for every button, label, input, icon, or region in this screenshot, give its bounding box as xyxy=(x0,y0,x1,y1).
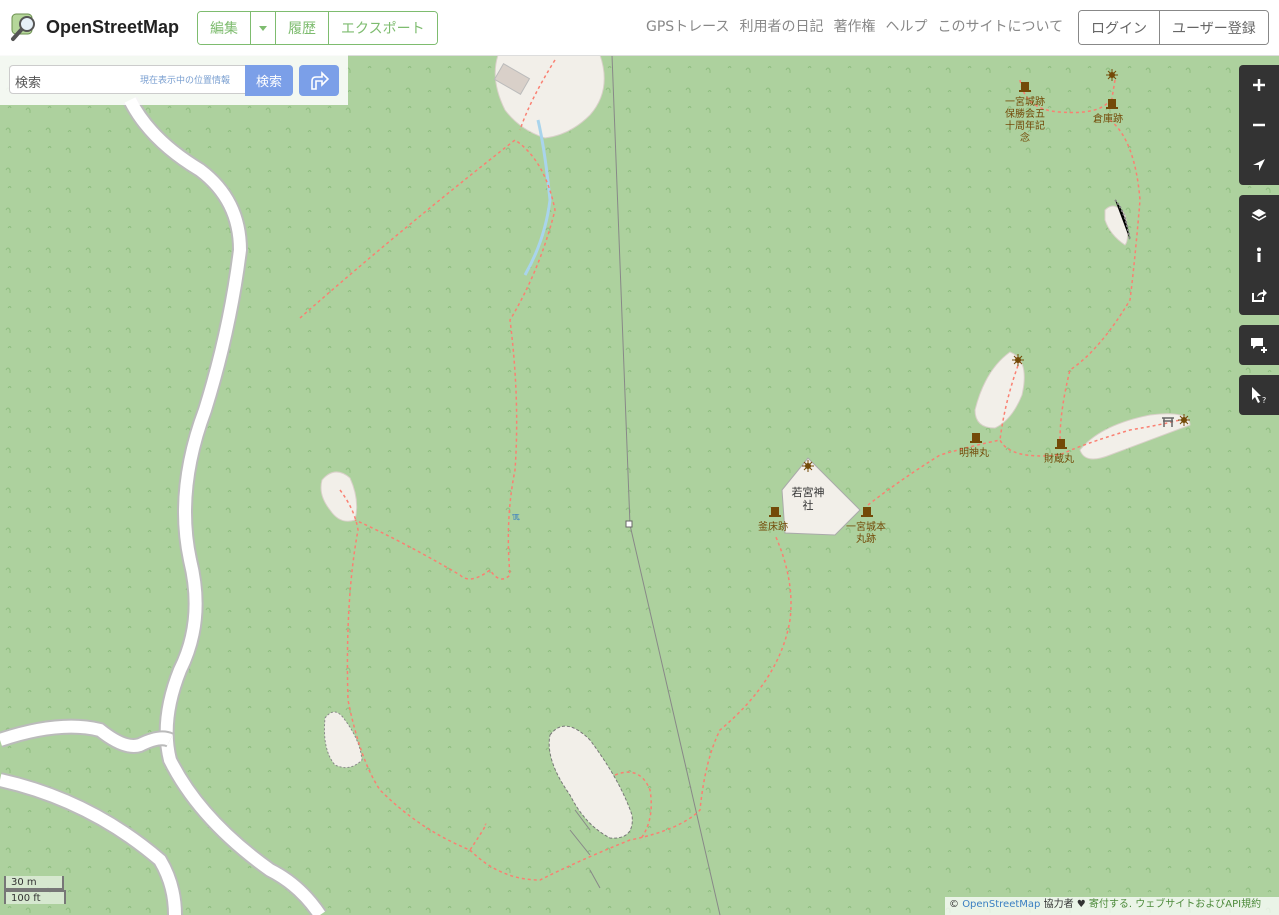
scale-metric: 30 m xyxy=(4,876,64,890)
login-button[interactable]: ログイン xyxy=(1079,11,1160,44)
zoom-in-button[interactable] xyxy=(1239,65,1279,105)
site-logo[interactable]: OpenStreetMap xyxy=(10,12,179,42)
scale-imperial: 100 ft xyxy=(4,890,66,904)
where-am-i-link[interactable]: 現在表示中の位置情報 xyxy=(140,73,230,86)
label-warehouse: 倉庫跡 xyxy=(1093,114,1123,125)
share-icon xyxy=(1252,289,1267,302)
auth-buttons: ログイン ユーザー登録 xyxy=(1078,10,1269,45)
edit-dropdown-button[interactable] xyxy=(251,12,276,44)
label-zaizo: 財蔵丸 xyxy=(1044,454,1074,465)
directions-button[interactable] xyxy=(299,65,339,96)
add-note-button[interactable] xyxy=(1239,325,1279,365)
layers-button[interactable] xyxy=(1239,195,1279,235)
label-monument: 一宮城跡 保勝会五 十周年記 念 xyxy=(1005,97,1045,144)
label-myojin: 明神丸 xyxy=(959,448,989,459)
site-header: OpenStreetMap 編集 履歴 エクスポート GPSトレース 利用者の日… xyxy=(0,0,1279,56)
site-title: OpenStreetMap xyxy=(46,16,180,37)
info-icon xyxy=(1257,247,1261,262)
copyright-symbol: © xyxy=(949,899,963,910)
contributors-text: 協力者 ♥ xyxy=(1040,899,1089,910)
share-button[interactable] xyxy=(1239,275,1279,315)
zoom-in-icon xyxy=(1253,79,1265,91)
search-panel: 検索 現在表示中の位置情報 xyxy=(0,55,348,105)
osm-link[interactable]: OpenStreetMap xyxy=(962,899,1040,910)
svg-text:ℼ: ℼ xyxy=(512,510,520,523)
layers-icon xyxy=(1251,209,1267,221)
donate-link[interactable]: 寄付する xyxy=(1089,899,1129,910)
query-control: ? xyxy=(1239,375,1279,415)
nav-gps-traces[interactable]: GPSトレース xyxy=(646,16,729,36)
search-button[interactable]: 検索 xyxy=(245,65,293,96)
zoom-out-icon xyxy=(1253,123,1265,127)
caret-down-icon xyxy=(259,25,267,31)
zoom-controls xyxy=(1239,65,1279,185)
water-icon: ℼ xyxy=(512,510,520,523)
search-placeholder: 検索 xyxy=(15,76,42,91)
label-shrine: 若宮神 社 xyxy=(791,486,825,512)
power-tower xyxy=(625,520,633,528)
svg-text:?: ? xyxy=(1262,396,1266,404)
scale-bar: 30 m 100 ft xyxy=(4,876,66,904)
secondary-nav: GPSトレース 利用者の日記 著作権 ヘルプ このサイトについて xyxy=(646,16,1063,36)
note-icon xyxy=(1251,338,1267,353)
locate-icon xyxy=(1253,159,1265,171)
query-features-button[interactable]: ? xyxy=(1239,375,1279,415)
nav-help[interactable]: ヘルプ xyxy=(885,16,927,36)
zoom-out-button[interactable] xyxy=(1239,105,1279,145)
edit-button[interactable]: 編集 xyxy=(198,12,251,44)
export-button[interactable]: エクスポート xyxy=(329,12,437,44)
nav-about[interactable]: このサイトについて xyxy=(937,16,1063,36)
label-honmaru: 一宮城本 丸跡 xyxy=(846,522,886,545)
magnifier-logo-icon xyxy=(11,13,35,41)
history-button[interactable]: 履歴 xyxy=(276,12,329,44)
signup-button[interactable]: ユーザー登録 xyxy=(1160,11,1268,44)
directions-icon xyxy=(311,70,330,90)
map-canvas[interactable]: ℼ xyxy=(0,0,1279,915)
info-button[interactable] xyxy=(1239,235,1279,275)
terms-link[interactable]: . ウェブサイトおよびAPI規約 xyxy=(1129,899,1261,910)
query-icon: ? xyxy=(1252,387,1266,404)
edit-button-group: 編集 履歴 エクスポート xyxy=(197,11,438,45)
map-tools xyxy=(1239,195,1279,315)
nav-copyright[interactable]: 著作権 xyxy=(833,16,875,36)
locate-button[interactable] xyxy=(1239,145,1279,185)
attribution: © OpenStreetMap 協力者 ♥ 寄付する. ウェブサイトおよびAPI… xyxy=(945,897,1279,915)
label-kamadoko: 釜床跡 xyxy=(758,522,788,533)
nav-user-diaries[interactable]: 利用者の日記 xyxy=(739,16,823,36)
note-control xyxy=(1239,325,1279,365)
